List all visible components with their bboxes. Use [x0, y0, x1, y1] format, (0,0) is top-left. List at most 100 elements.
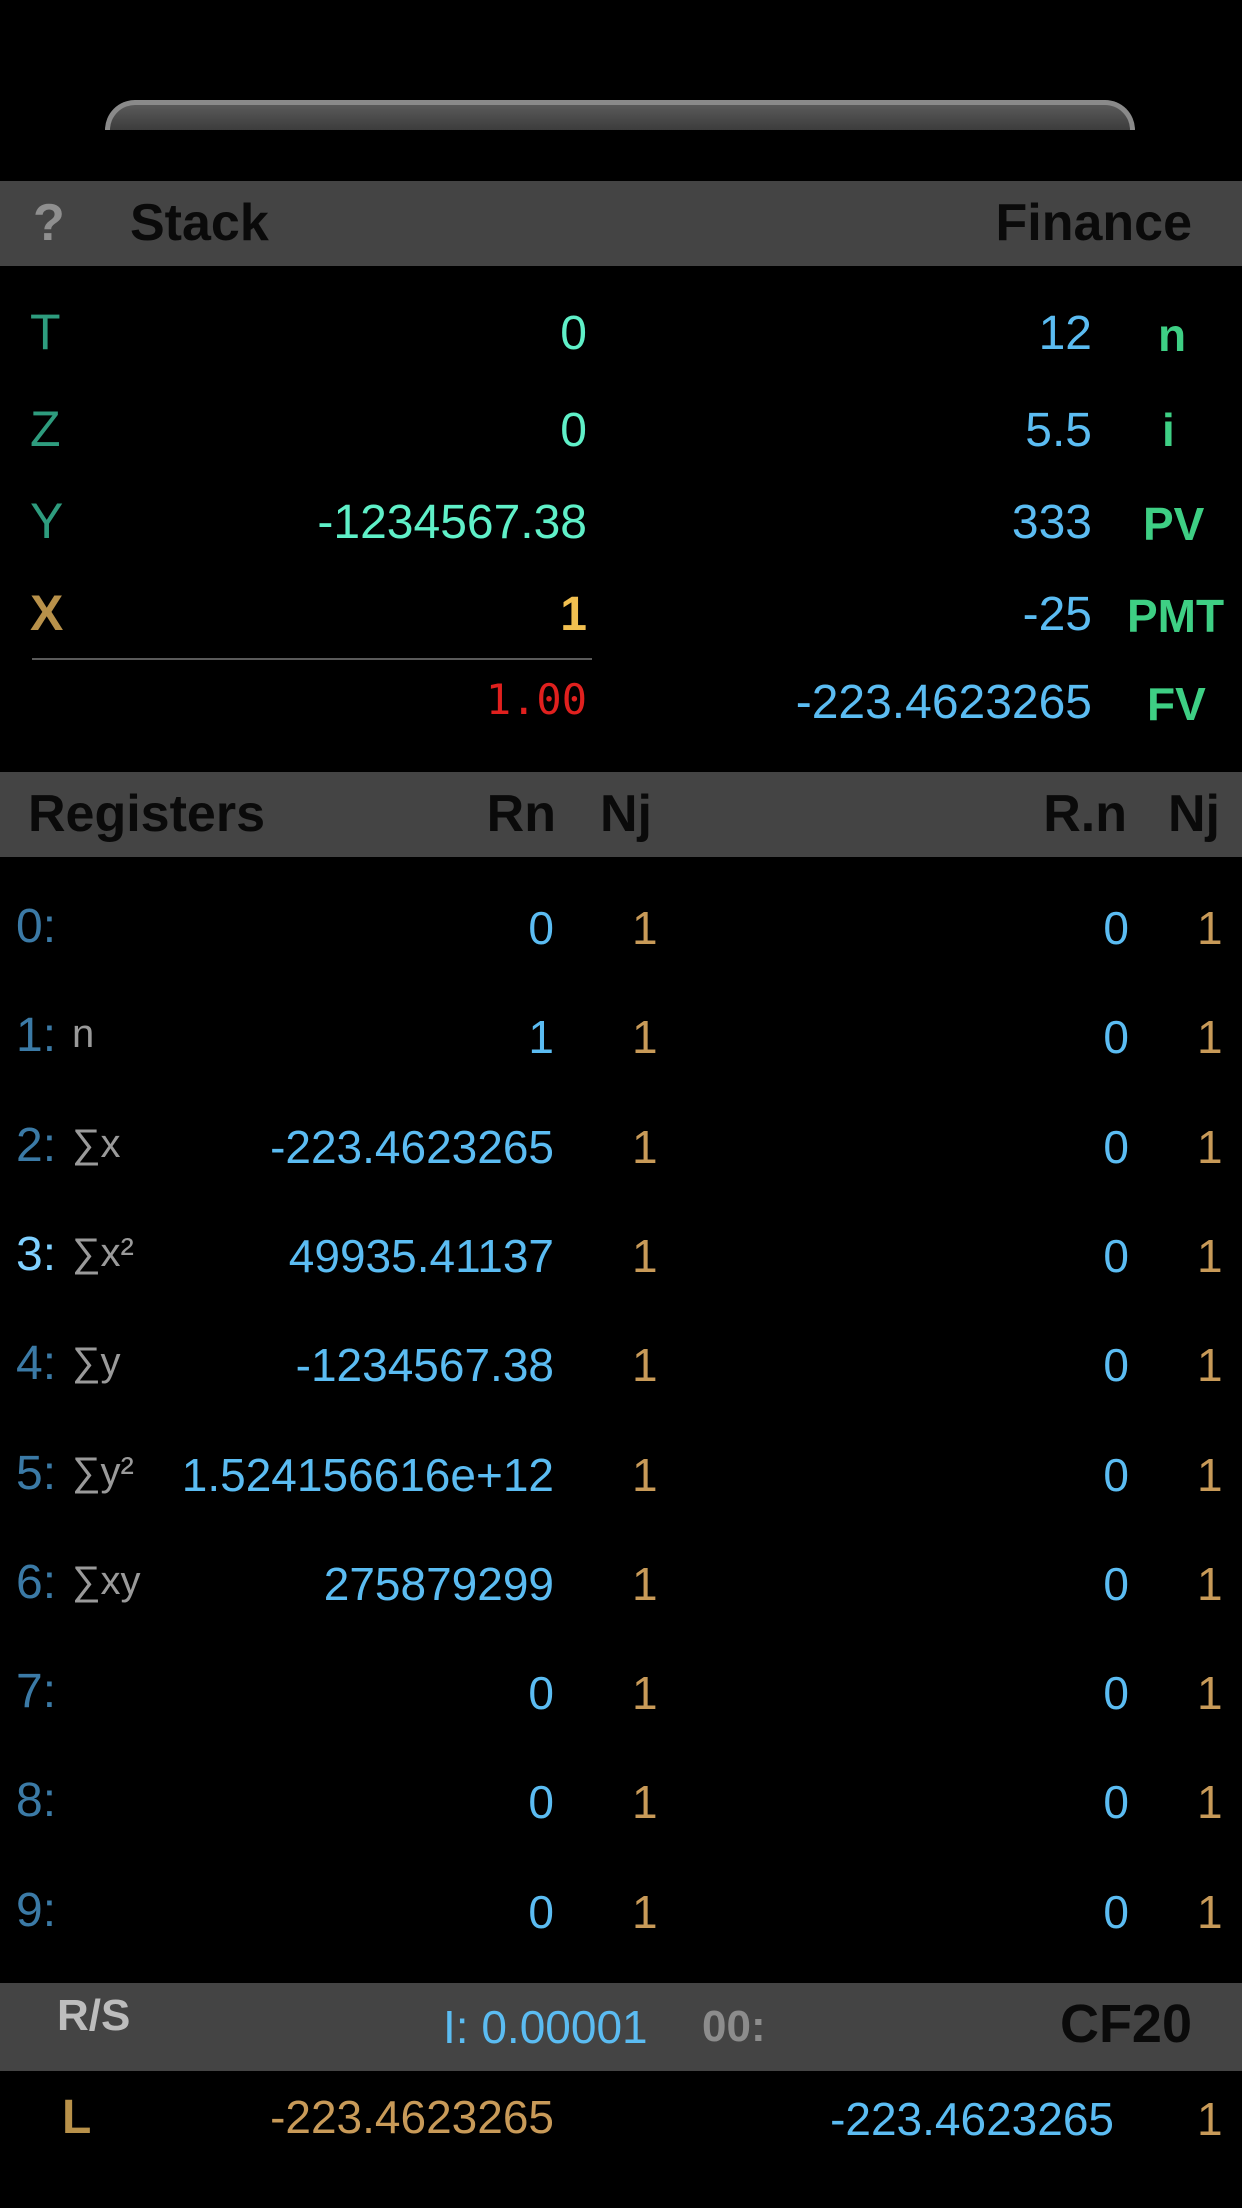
register-index: 1:	[16, 1009, 57, 1062]
register-symbol: n	[72, 1012, 95, 1056]
register-rn-value: -1234567.38	[295, 1339, 554, 1391]
stack-value-z[interactable]: 0	[560, 403, 587, 458]
register-nj-value: 1	[632, 902, 658, 954]
register-row[interactable]: 9: 0 1 0 1	[0, 1881, 1242, 1951]
finance-value-fv[interactable]: -223.4623265	[796, 675, 1092, 730]
register-nj-value: 1	[632, 1886, 658, 1938]
finance-value-n[interactable]: 12	[1039, 306, 1092, 361]
program-step: 00:	[702, 2002, 766, 2051]
register-index: 5:	[16, 1447, 57, 1500]
register-nj2-value: 1	[1197, 902, 1223, 954]
run-stop-button[interactable]: R/S	[57, 1991, 130, 2041]
register-index: 4:	[16, 1337, 57, 1390]
nj2-column-header: Nj	[1168, 785, 1220, 843]
register-rdn-value: 0	[1103, 902, 1129, 954]
register-nj2-value: 1	[1197, 1449, 1223, 1501]
register-index: 7:	[16, 1665, 57, 1718]
register-symbol: ∑y	[72, 1340, 121, 1384]
register-index: 6:	[16, 1556, 57, 1609]
register-symbol: ∑y²	[72, 1450, 134, 1494]
register-rn-value: -223.4623265	[270, 1121, 554, 1173]
register-nj-value: 1	[632, 1449, 658, 1501]
finance-label-fv: FV	[1147, 678, 1206, 730]
stack-label-x: X	[30, 585, 64, 641]
register-nj2-value: 1	[1197, 1339, 1223, 1391]
nj-column-header: Nj	[600, 785, 652, 843]
register-nj-value: 1	[632, 1776, 658, 1828]
rn-column-header: Rn	[486, 785, 556, 843]
finance-value-i[interactable]: 5.5	[1025, 403, 1092, 458]
last-x-value[interactable]: -223.4623265	[270, 2090, 554, 2144]
finance-label-n: n	[1158, 309, 1187, 361]
register-rn-value: 0	[528, 1886, 554, 1938]
register-row[interactable]: 4: ∑y -1234567.38 1 0 1	[0, 1334, 1242, 1404]
register-rn-value: 1	[528, 1011, 554, 1063]
register-rdn-value: 0	[1103, 1776, 1129, 1828]
register-row[interactable]: 3: ∑x² 49935.41137 1 0 1	[0, 1225, 1242, 1295]
register-row[interactable]: 6: ∑xy 275879299 1 0 1	[0, 1553, 1242, 1623]
stack-value-t[interactable]: 0	[560, 306, 587, 361]
bezel-mask	[0, 130, 1242, 180]
register-nj-value: 1	[632, 1230, 658, 1282]
register-rdn-value: 0	[1103, 1121, 1129, 1173]
register-rdn-value: 0	[1103, 1667, 1129, 1719]
program-bar: R/S I: 0.00001 00: CF20	[0, 1983, 1242, 2071]
register-nj2-value: 1	[1197, 1667, 1223, 1719]
register-rn-value: 0	[528, 902, 554, 954]
display-value: 1.00	[485, 675, 587, 724]
register-rn-value: 0	[528, 1667, 554, 1719]
register-row[interactable]: 1: n 1 1 0 1	[0, 1006, 1242, 1076]
register-nj-value: 1	[632, 1558, 658, 1610]
register-nj2-value: 1	[1197, 1230, 1223, 1282]
cashflow-label: CF20	[1059, 1994, 1192, 2054]
register-nj2-value: 1	[1197, 1011, 1223, 1063]
finance-value-pv[interactable]: 333	[1012, 495, 1092, 550]
register-rn-value: 275879299	[323, 1558, 554, 1610]
register-nj2-value: 1	[1197, 1558, 1223, 1610]
stack-finance-header: ? Stack Finance	[0, 181, 1242, 266]
stack-value-x[interactable]: 1	[560, 587, 587, 642]
register-row[interactable]: 8: 0 1 0 1	[0, 1771, 1242, 1841]
register-symbol: ∑x²	[72, 1231, 134, 1275]
finance-label-pmt: PMT	[1127, 590, 1225, 642]
device-bezel	[0, 0, 1242, 180]
register-symbol: ∑xy	[72, 1559, 141, 1603]
register-rdn-value: 0	[1103, 1230, 1129, 1282]
register-rn-value: 1.524156616e+12	[181, 1449, 554, 1501]
register-rn-value: 49935.41137	[288, 1230, 554, 1282]
register-nj2-value: 1	[1197, 1776, 1223, 1828]
finance-label-pv: PV	[1143, 498, 1205, 550]
register-rdn-value: 0	[1103, 1011, 1129, 1063]
last-x-label: L	[62, 2091, 92, 2144]
register-index: 2:	[16, 1119, 57, 1172]
rdn-column-header: R.n	[1043, 785, 1127, 843]
register-row[interactable]: 7: 0 1 0 1	[0, 1662, 1242, 1732]
stack-title: Stack	[130, 194, 269, 252]
register-symbol: ∑x	[72, 1122, 121, 1166]
finance-title: Finance	[995, 194, 1193, 252]
register-index: 0:	[16, 900, 57, 953]
finance-label-i: i	[1162, 404, 1175, 456]
help-button[interactable]: ?	[33, 181, 65, 266]
stack-label-t: T	[30, 304, 61, 360]
stack-label-y: Y	[30, 493, 64, 549]
register-row[interactable]: 5: ∑y² 1.524156616e+12 1 0 1	[0, 1444, 1242, 1514]
register-rdn-value: 0	[1103, 1339, 1129, 1391]
register-nj2-value: 1	[1197, 1886, 1223, 1938]
register-row[interactable]: 2: ∑x -223.4623265 1 0 1	[0, 1116, 1242, 1186]
register-row[interactable]: 0: 0 1 0 1	[0, 897, 1242, 967]
register-rdn-value: 0	[1103, 1449, 1129, 1501]
stack-value-y[interactable]: -1234567.38	[317, 495, 587, 550]
stack-label-z: Z	[30, 401, 61, 457]
last-x-value-secondary[interactable]: -223.4623265	[830, 2092, 1114, 2146]
register-index: 8:	[16, 1774, 57, 1827]
registers-title: Registers	[28, 785, 265, 843]
register-nj-value: 1	[632, 1339, 658, 1391]
registers-header: Registers Rn Nj R.n Nj	[0, 772, 1242, 857]
register-nj-value: 1	[632, 1121, 658, 1173]
register-rdn-value: 0	[1103, 1886, 1129, 1938]
register-nj2-value: 1	[1197, 1121, 1223, 1173]
finance-value-pmt[interactable]: -25	[1023, 587, 1092, 642]
register-rn-value: 0	[528, 1776, 554, 1828]
register-nj-value: 1	[632, 1011, 658, 1063]
